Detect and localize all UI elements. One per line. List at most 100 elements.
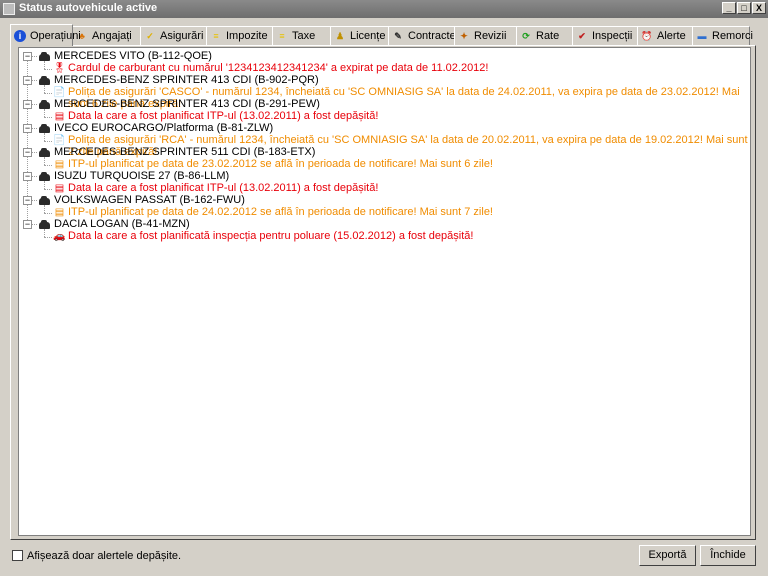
expand-collapse-toggle[interactable]: − <box>23 172 32 181</box>
tab-3[interactable]: ≡ Impozite <box>206 26 273 45</box>
tree-connector <box>44 237 52 238</box>
window-title: Status autovehicule active <box>19 2 158 14</box>
vehicle-node[interactable]: VOLKSWAGEN PASSAT (B-162-FWU) <box>54 194 245 206</box>
expand-collapse-toggle[interactable]: − <box>23 196 32 205</box>
tree-connector <box>44 181 45 189</box>
installments-icon: ⟳ <box>522 30 530 41</box>
vehicle-icon <box>39 124 50 133</box>
tree-connector <box>32 200 37 201</box>
alarm-icon: ⏰ <box>641 30 653 41</box>
tree-connector <box>44 205 45 213</box>
tree-connector <box>44 93 52 94</box>
vehicle-icon <box>39 148 50 157</box>
tab-0[interactable]: i Operațiuni <box>10 24 81 46</box>
info-icon: i <box>14 29 26 42</box>
tab-label: Licențe <box>350 30 386 42</box>
tab-label: Alerte <box>657 30 686 42</box>
tab-label: Asigurări <box>160 30 204 42</box>
alert-message[interactable]: Data la care a fost planificată inspecți… <box>68 230 473 242</box>
alert-message[interactable]: Data la care a fost planificat ITP-ul (1… <box>68 182 378 194</box>
tab-2[interactable]: ✓ Asigurări <box>140 26 207 45</box>
insurance-icon: ✓ <box>146 30 154 41</box>
inspection-icon: ✔ <box>578 30 586 41</box>
vehicle-icon <box>39 100 50 109</box>
tree-connector <box>44 133 45 141</box>
tree-connector <box>44 85 45 93</box>
service-icon: ✦ <box>460 30 468 41</box>
tab-label: Operațiuni <box>30 29 81 42</box>
expand-collapse-toggle[interactable]: − <box>23 124 32 133</box>
alert-message[interactable]: ITP-ul planificat pe data de 23.02.2012 … <box>68 158 493 170</box>
expand-collapse-toggle[interactable]: − <box>23 148 32 157</box>
tree-connector <box>44 157 45 165</box>
alert-message[interactable]: ITP-ul planificat pe data de 24.02.2012 … <box>68 206 493 218</box>
tree-connector <box>44 69 52 70</box>
tab-label: Remorci <box>712 30 753 42</box>
alerts-tree[interactable]: − MERCEDES VITO (B-112-QOE) 🎖 Cardul de car… <box>18 47 751 536</box>
license-person-icon: ♟ <box>335 30 345 41</box>
vehicle-node[interactable]: MERCEDES VITO (B-112-QOE) <box>54 50 212 62</box>
tab-7[interactable]: ✦ Revizii <box>454 26 517 45</box>
tree-connector <box>32 152 37 153</box>
vehicle-node[interactable]: MERCEDES-BENZ SPRINTER 413 CDI (B-902-PQ… <box>54 74 319 86</box>
tree-connector <box>44 141 52 142</box>
tab-label: Impozite <box>226 30 268 42</box>
tab-label: Contracte <box>408 30 456 42</box>
tab-5[interactable]: ♟ Licențe <box>330 26 389 45</box>
vehicle-icon <box>39 172 50 181</box>
tab-10[interactable]: ⏰ Alerte <box>637 26 693 45</box>
vehicle-node[interactable]: IVECO EUROCARGO/Platforma (B-81-ZLW) <box>54 122 273 134</box>
tree-connector <box>32 104 37 105</box>
tab-label: Inspecții <box>592 30 633 42</box>
tab-6[interactable]: ✎ Contracte <box>388 26 456 45</box>
title-bar: Status autovehicule active _ □ X <box>0 0 768 18</box>
export-button[interactable]: Exportă <box>639 545 696 566</box>
minimize-button[interactable]: _ <box>722 2 736 14</box>
tab-4[interactable]: ≡ Taxe <box>272 26 331 45</box>
trailer-icon: ▬ <box>697 31 707 41</box>
contract-icon: ✎ <box>394 30 402 41</box>
tab-label: Angajați <box>92 30 132 42</box>
tree-connector <box>44 213 52 214</box>
vehicle-node[interactable]: ISUZU TURQUOISE 27 (B-86-LLM) <box>54 170 229 182</box>
tree-connector <box>44 109 45 117</box>
expand-collapse-toggle[interactable]: − <box>23 52 32 61</box>
tab-9[interactable]: ✔ Inspecții <box>572 26 638 45</box>
close-button[interactable]: X <box>752 2 766 14</box>
tax-money-icon: ≡ <box>213 31 219 41</box>
tree-connector <box>44 189 52 190</box>
vehicle-node[interactable]: MERCEDES-BENZ SPRINTER 413 CDI (B-291-PE… <box>54 98 320 110</box>
show-overdue-only-label: Afișează doar alertele depășite. <box>27 550 182 562</box>
tree-connector <box>32 56 37 57</box>
vehicle-icon <box>39 220 50 229</box>
close-dialog-button[interactable]: Închide <box>700 545 756 566</box>
show-overdue-only-checkbox[interactable] <box>12 550 23 561</box>
tab-8[interactable]: ⟳ Rate <box>516 26 573 45</box>
tree-connector <box>32 224 37 225</box>
tab-1[interactable]: ♣ Angajați <box>72 26 141 45</box>
alert-message[interactable]: Data la care a fost planificat ITP-ul (1… <box>68 110 378 122</box>
tab-label: Taxe <box>292 30 316 42</box>
expand-collapse-toggle[interactable]: − <box>23 220 32 229</box>
vehicle-node[interactable]: MERCEDES-BENZ SPRINTER 511 CDI (B-183-ET… <box>54 146 315 158</box>
pollution-car-icon: 🚗 <box>53 231 66 242</box>
fees-icon: ≡ <box>279 31 285 41</box>
app-icon <box>3 3 15 15</box>
vehicle-icon <box>39 76 50 85</box>
tab-strip: i Operațiuni ♣ Angajați ✓ Asigurări ≡ Impozite ≡… <box>10 24 754 46</box>
tree-connector <box>44 61 45 69</box>
vehicle-icon <box>39 52 50 61</box>
tree-connector <box>44 165 52 166</box>
tab-11[interactable]: ▬ Remorci <box>692 26 753 45</box>
vehicle-node[interactable]: DACIA LOGAN (B-41-MZN) <box>54 218 190 230</box>
maximize-button[interactable]: □ <box>737 2 751 14</box>
tab-label: Revizii <box>474 30 507 42</box>
expand-collapse-toggle[interactable]: − <box>23 100 32 109</box>
tree-connector <box>32 128 37 129</box>
alert-message[interactable]: Cardul de carburant cu numărul '12341234… <box>68 62 488 74</box>
tree-connector <box>44 229 45 237</box>
vehicle-icon <box>39 196 50 205</box>
expand-collapse-toggle[interactable]: − <box>23 76 32 85</box>
tree-connector <box>32 176 37 177</box>
tab-label: Rate <box>536 30 560 42</box>
